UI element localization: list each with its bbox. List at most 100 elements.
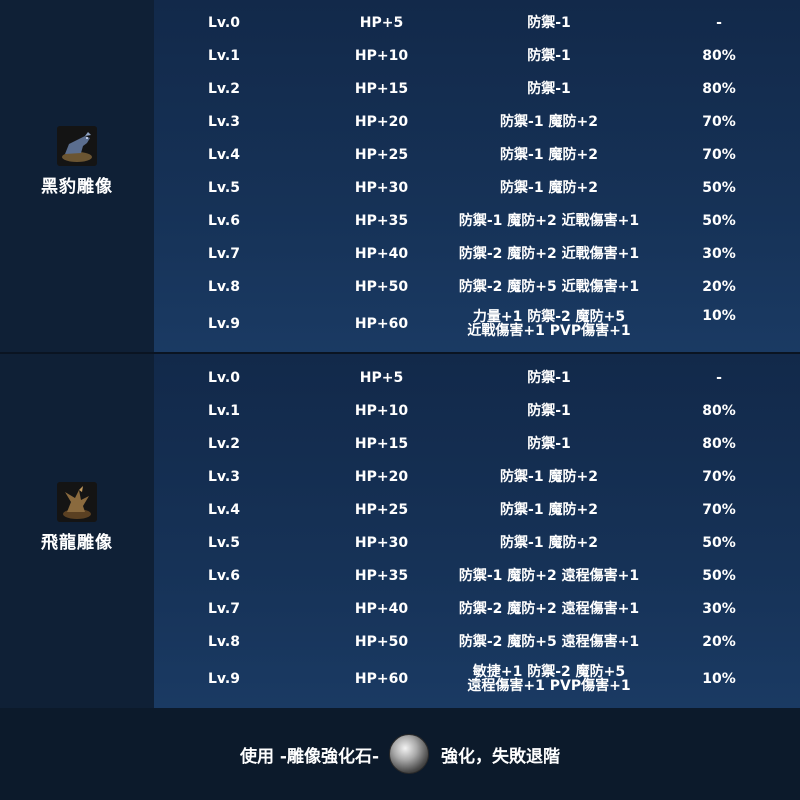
statue-name: 黑豹雕像 [41,177,113,197]
table-row: Lv.3 HP+20 防禦-1 魔防+2 70% [154,461,800,493]
footer-suffix: 強化，失敗退階 [441,746,561,767]
effect-cell: 防禦-1 魔防+2 [500,535,598,551]
effect-cell: 防禦-2 魔防+5 遠程傷害+1 [458,634,640,650]
enhancement-stone-icon [389,734,430,774]
level-cell: Lv.1 [208,403,240,419]
effect-cell: 防禦-1 [527,370,571,386]
level-cell: Lv.6 [208,213,240,229]
hp-cell: HP+15 [354,436,409,452]
effect-cell: 防禦-1 魔防+2 [500,114,598,130]
effect-cell: 防禦-2 魔防+2 近戰傷害+1 [458,246,640,262]
level-cell: Lv.0 [208,15,240,31]
rate-cell: 70% [702,114,736,130]
hp-cell: HP+25 [354,502,409,518]
level-cell: Lv.9 [208,316,240,332]
level-cell: Lv.1 [208,48,240,64]
hp-cell: HP+5 [359,15,404,31]
level-cell: Lv.7 [208,246,240,262]
rate-cell: 80% [702,81,736,97]
table-row: Lv.5 HP+30 防禦-1 魔防+2 50% [154,172,800,204]
table-row: Lv.4 HP+25 防禦-1 魔防+2 70% [154,139,800,171]
table-row: Lv.7 HP+40 防禦-2 魔防+2 遠程傷害+1 30% [154,593,800,625]
level-cell: Lv.4 [208,147,240,163]
hp-cell: HP+10 [354,403,409,419]
level-cell: Lv.0 [208,370,240,386]
hp-cell: HP+60 [354,316,409,332]
effect-cell: 防禦-1 魔防+2 [500,502,598,518]
level-cell: Lv.2 [208,81,240,97]
effect-cell: 力量+1 防禦-2 魔防+5 近戰傷害+1 PVP傷害+1 [467,309,631,339]
effect-cell: 防禦-1 魔防+2 [500,180,598,196]
level-cell: Lv.5 [208,535,240,551]
statue-wyvern: 飛龍雕像 [0,482,154,553]
effect-cell: 防禦-1 魔防+2 [500,147,598,163]
rate-cell: 70% [702,502,736,518]
table-row: Lv.5 HP+30 防禦-1 魔防+2 50% [154,527,800,559]
footer-note: 使用 -雕像強化石- 強化，失敗退階 [0,708,800,800]
hp-cell: HP+30 [354,180,409,196]
table-row: Lv.0 HP+5 防禦-1 - [154,7,800,39]
black-panther-statue-icon [57,126,97,166]
effect-cell: 防禦-1 魔防+2 [500,469,598,485]
table-row: Lv.0 HP+5 防禦-1 - [154,362,800,394]
effect-cell: 防禦-1 魔防+2 遠程傷害+1 [458,568,640,584]
level-cell: Lv.3 [208,114,240,130]
hp-cell: HP+60 [354,671,409,687]
hp-cell: HP+35 [354,568,409,584]
effect-cell: 敏捷+1 防禦-2 魔防+5 遠程傷害+1 PVP傷害+1 [467,664,631,694]
statue-name: 飛龍雕像 [41,533,113,553]
table-row: Lv.3 HP+20 防禦-1 魔防+2 70% [154,106,800,138]
hp-cell: HP+15 [354,81,409,97]
wyvern-statue-icon [57,482,97,522]
hp-cell: HP+10 [354,48,409,64]
rate-cell: - [716,15,722,31]
effect-cell: 防禦-2 魔防+5 近戰傷害+1 [458,279,640,295]
table-row: Lv.1 HP+10 防禦-1 80% [154,40,800,72]
rate-cell: 20% [702,634,736,650]
effect-cell: 防禦-1 魔防+2 近戰傷害+1 [458,213,640,229]
rate-cell: 10% [702,671,736,687]
effect-cell: 防禦-1 [527,48,571,64]
table-row: Lv.7 HP+40 防禦-2 魔防+2 近戰傷害+1 30% [154,238,800,270]
level-cell: Lv.5 [208,180,240,196]
rate-cell: 80% [702,48,736,64]
rate-cell: 80% [702,403,736,419]
hp-cell: HP+5 [359,370,404,386]
level-cell: Lv.6 [208,568,240,584]
hp-cell: HP+40 [354,246,409,262]
hp-cell: HP+30 [354,535,409,551]
rate-cell: - [716,370,722,386]
rate-cell: 30% [702,246,736,262]
table-row: Lv.4 HP+25 防禦-1 魔防+2 70% [154,494,800,526]
table-row: Lv.8 HP+50 防禦-2 魔防+5 遠程傷害+1 20% [154,626,800,658]
effect-cell: 防禦-1 [527,15,571,31]
hp-cell: HP+50 [354,279,409,295]
rate-cell: 50% [702,213,736,229]
table-row: Lv.6 HP+35 防禦-1 魔防+2 遠程傷害+1 50% [154,560,800,592]
table-row: Lv.8 HP+50 防禦-2 魔防+5 近戰傷害+1 20% [154,271,800,303]
table-row: Lv.6 HP+35 防禦-1 魔防+2 近戰傷害+1 50% [154,205,800,237]
hp-cell: HP+35 [354,213,409,229]
rate-cell: 10% [702,308,736,324]
level-cell: Lv.8 [208,279,240,295]
rate-cell: 70% [702,147,736,163]
effect-cell: 防禦-1 [527,436,571,452]
hp-cell: HP+50 [354,634,409,650]
hp-cell: HP+25 [354,147,409,163]
level-cell: Lv.7 [208,601,240,617]
effect-cell: 防禦-1 [527,403,571,419]
hp-cell: HP+40 [354,601,409,617]
level-cell: Lv.8 [208,634,240,650]
rate-cell: 80% [702,436,736,452]
level-cell: Lv.3 [208,469,240,485]
statue-black-panther: 黑豹雕像 [0,126,154,197]
level-cell: Lv.2 [208,436,240,452]
rate-cell: 50% [702,180,736,196]
rate-cell: 70% [702,469,736,485]
level-cell: Lv.4 [208,502,240,518]
table-row: Lv.9 HP+60 敏捷+1 防禦-2 魔防+5 遠程傷害+1 PVP傷害+1… [154,659,800,699]
table-row: Lv.1 HP+10 防禦-1 80% [154,395,800,427]
level-cell: Lv.9 [208,671,240,687]
rate-cell: 50% [702,568,736,584]
table-row: Lv.2 HP+15 防禦-1 80% [154,73,800,105]
